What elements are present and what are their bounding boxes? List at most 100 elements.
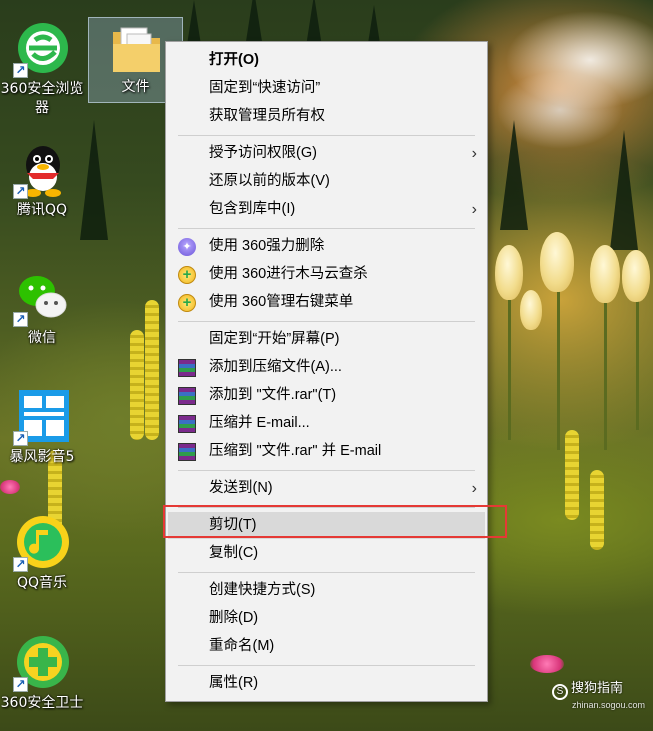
- desktop-icon-360-browser[interactable]: ↗ 360安全浏览器: [0, 20, 84, 118]
- menu-item-create-shortcut[interactable]: 创建快捷方式(S): [168, 577, 485, 604]
- wallpaper-lupine: [130, 330, 144, 440]
- menu-item-label: 授予访问权限(G): [209, 145, 317, 161]
- qq-music-icon: ↗: [13, 514, 71, 572]
- menu-item-label: 重命名(M): [209, 638, 275, 654]
- menu-item-label: 压缩到 "文件.rar" 并 E-mail: [209, 443, 382, 459]
- wallpaper-lupine: [145, 300, 159, 440]
- winrar-icon: [178, 415, 196, 433]
- wallpaper-tree: [80, 120, 108, 240]
- menu-item-copy[interactable]: 复制(C): [168, 540, 485, 567]
- menu-item-label: 使用 360强力删除: [209, 238, 325, 254]
- menu-item-pin-quick-access[interactable]: 固定到“快速访问”: [168, 75, 485, 102]
- shortcut-arrow-icon: ↗: [13, 184, 28, 199]
- sogou-logo-icon: S: [552, 684, 568, 700]
- menu-item-label: 获取管理员所有权: [209, 108, 325, 124]
- folder-icon: [107, 24, 165, 82]
- menu-item-rename[interactable]: 重命名(M): [168, 633, 485, 660]
- menu-item-include-library[interactable]: 包含到库中(I) ›: [168, 196, 485, 223]
- menu-item-label: 固定到“快速访问”: [209, 80, 321, 96]
- menu-item-label: 属性(R): [209, 675, 259, 691]
- 360-browser-icon: ↗: [13, 20, 71, 78]
- menu-item-label: 固定到“开始”屏幕(P): [209, 331, 340, 347]
- highlight-annotation-box: [163, 505, 507, 538]
- desktop-icon-360-security[interactable]: ↗ 360安全卫士: [0, 634, 84, 713]
- baofeng-player-icon: ↗: [13, 388, 71, 446]
- menu-separator: [178, 470, 475, 471]
- menu-item-label: 发送到(N): [209, 480, 273, 496]
- desktop-icon-label: 360安全卫士: [0, 695, 84, 711]
- 360-plus-icon: +: [178, 294, 196, 312]
- menu-item-open[interactable]: 打开(O): [168, 47, 485, 74]
- winrar-icon: [178, 387, 196, 405]
- menu-item-restore-versions[interactable]: 还原以前的版本(V): [168, 168, 485, 195]
- menu-item-compress-rar-email[interactable]: 压缩到 "文件.rar" 并 E-mail: [168, 438, 485, 465]
- menu-separator: [178, 228, 475, 229]
- shortcut-arrow-icon: ↗: [13, 677, 28, 692]
- menu-item-properties[interactable]: 属性(R): [168, 670, 485, 697]
- wallpaper-pink-flower: [0, 480, 20, 494]
- 360-security-icon: ↗: [13, 634, 71, 692]
- wallpaper-stem: [636, 280, 639, 430]
- menu-item-label: 添加到压缩文件(A)...: [209, 359, 342, 375]
- menu-item-compress-email[interactable]: 压缩并 E-mail...: [168, 410, 485, 437]
- shortcut-arrow-icon: ↗: [13, 63, 28, 78]
- winrar-icon: [178, 443, 196, 461]
- menu-item-label: 添加到 "文件.rar"(T): [209, 387, 337, 403]
- menu-item-label: 还原以前的版本(V): [209, 173, 330, 189]
- winrar-icon: [178, 359, 196, 377]
- menu-item-send-to[interactable]: 发送到(N) ›: [168, 475, 485, 502]
- wallpaper-lupine: [565, 430, 579, 520]
- wallpaper-flower: [495, 245, 523, 300]
- menu-item-360-shred[interactable]: ✦ 使用 360强力删除: [168, 233, 485, 260]
- desktop-icon-label: 360安全浏览器: [0, 81, 84, 116]
- menu-item-label: 压缩并 E-mail...: [209, 415, 310, 431]
- menu-item-label: 创建快捷方式(S): [209, 582, 316, 598]
- menu-item-label: 使用 360管理右键菜单: [209, 294, 354, 310]
- wallpaper-pink-flower: [530, 655, 564, 673]
- desktop-icon-qq-music[interactable]: ↗ QQ音乐: [0, 514, 84, 593]
- menu-item-label: 打开(O): [209, 52, 259, 68]
- menu-item-label: 包含到库中(I): [209, 201, 296, 217]
- chevron-right-icon: ›: [471, 145, 477, 162]
- desktop-icon-baofeng[interactable]: ↗ 暴风影音5: [0, 388, 84, 467]
- menu-separator: [178, 665, 475, 666]
- wallpaper-tree: [500, 120, 528, 230]
- shortcut-arrow-icon: ↗: [13, 431, 28, 446]
- wallpaper-flower: [540, 232, 574, 292]
- menu-item-360-manage-menu[interactable]: + 使用 360管理右键菜单: [168, 289, 485, 316]
- desktop-icon-label: 微信: [28, 330, 56, 346]
- menu-item-add-rar[interactable]: 添加到 "文件.rar"(T): [168, 382, 485, 409]
- 360-plus-icon: +: [178, 266, 196, 284]
- sogou-watermark: S 搜狗指南 zhinan.sogou.com: [552, 677, 645, 710]
- menu-item-label: 删除(D): [209, 610, 259, 626]
- desktop-icon-label: QQ音乐: [16, 575, 68, 591]
- menu-item-take-ownership[interactable]: 获取管理员所有权: [168, 103, 485, 130]
- menu-item-delete[interactable]: 删除(D): [168, 605, 485, 632]
- wallpaper-stem: [557, 270, 560, 450]
- shortcut-arrow-icon: ↗: [13, 312, 28, 327]
- desktop-icon-label: 腾讯QQ: [16, 202, 68, 218]
- shortcut-arrow-icon: ↗: [13, 557, 28, 572]
- watermark-text: 搜狗指南: [571, 680, 624, 695]
- menu-item-add-archive[interactable]: 添加到压缩文件(A)...: [168, 354, 485, 381]
- menu-item-give-access[interactable]: 授予访问权限(G) ›: [168, 140, 485, 167]
- menu-item-pin-start[interactable]: 固定到“开始”屏幕(P): [168, 326, 485, 353]
- wallpaper-flower: [520, 290, 542, 330]
- wallpaper-flower: [590, 245, 620, 303]
- desktop-icon-wechat[interactable]: ↗ 微信: [0, 269, 84, 348]
- menu-item-360-trojan-scan[interactable]: + 使用 360进行木马云查杀: [168, 261, 485, 288]
- wallpaper-stem: [604, 280, 607, 450]
- desktop-icon-label: 暴风影音5: [9, 449, 75, 465]
- wallpaper-flower: [622, 250, 650, 302]
- wallpaper-stem: [508, 280, 511, 440]
- chevron-right-icon: ›: [471, 480, 477, 497]
- wechat-icon: ↗: [13, 269, 71, 327]
- context-menu: 打开(O) 固定到“快速访问” 获取管理员所有权 授予访问权限(G) › 还原以…: [165, 41, 488, 702]
- menu-item-label: 复制(C): [209, 545, 259, 561]
- watermark-url: zhinan.sogou.com: [572, 700, 646, 710]
- qq-penguin-icon: ↗: [13, 141, 71, 199]
- desktop-icon-qq[interactable]: ↗ 腾讯QQ: [0, 141, 84, 220]
- menu-item-label: 使用 360进行木马云查杀: [209, 266, 368, 282]
- chevron-right-icon: ›: [471, 201, 477, 218]
- menu-separator: [178, 572, 475, 573]
